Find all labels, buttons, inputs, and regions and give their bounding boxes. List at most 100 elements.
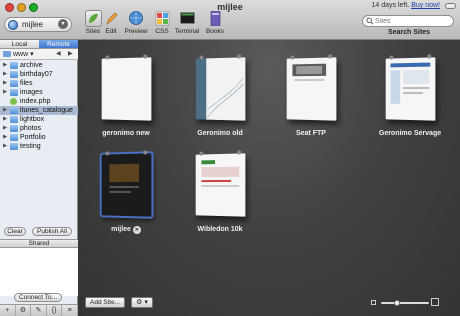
close-icon[interactable]: ✕ xyxy=(132,226,141,234)
search-box[interactable] xyxy=(362,15,454,27)
site-tile[interactable]: mijlee ✕ xyxy=(87,150,165,234)
globe-icon xyxy=(8,20,18,30)
buy-now-link[interactable]: Buy now! xyxy=(411,2,440,9)
pin-icon xyxy=(143,150,148,155)
tree-item-archive[interactable]: ▶ archive xyxy=(0,61,78,70)
site-label: Seat FTP xyxy=(296,130,326,137)
site-label-text: mijlee xyxy=(111,226,131,233)
tree-item-images[interactable]: ▶ images xyxy=(0,88,78,97)
pin-icon xyxy=(199,151,204,156)
disclosure-triangle-icon[interactable]: ▶ xyxy=(3,61,7,70)
list-icon[interactable]: ≡ xyxy=(62,305,78,316)
tab-local[interactable]: Local xyxy=(0,40,39,49)
toolbar-terminal-button[interactable]: Terminal xyxy=(174,10,200,35)
site-selector[interactable]: mijlee ▾ xyxy=(4,17,72,32)
pencil-icon xyxy=(103,10,120,27)
path-bar: www ▾ ◀ ▶ xyxy=(0,49,78,60)
toolbar-books-label: Books xyxy=(205,28,225,35)
zoom-knob[interactable] xyxy=(393,300,400,306)
add-site-button[interactable]: Add Site... xyxy=(85,297,125,308)
disclosure-triangle-icon[interactable]: ▶ xyxy=(3,79,7,88)
site-thumbnail xyxy=(101,54,152,121)
sites-grid: geronimo new Geronimo old Seat FTP Geron… xyxy=(79,40,460,316)
title-bar: mijlee 14 days left. Buy now! mijlee ▾ S… xyxy=(0,0,460,40)
publish-all-button[interactable]: Publish All xyxy=(32,227,72,236)
trial-notice: 14 days left. Buy now! xyxy=(372,2,441,9)
connect-to-button[interactable]: Connect To... xyxy=(14,293,62,302)
swirl-pattern-icon xyxy=(196,57,246,120)
folder-icon xyxy=(10,143,18,150)
disclosure-triangle-icon[interactable]: ▶ xyxy=(3,124,7,133)
site-tile[interactable]: Wibledon 10k xyxy=(181,150,259,233)
tree-item-photos[interactable]: ▶ photos xyxy=(0,124,78,133)
folder-icon xyxy=(10,116,18,123)
pin-icon xyxy=(105,55,110,60)
toolbar-terminal-label: Terminal xyxy=(174,28,200,35)
toolbar-edit-button[interactable]: Edit xyxy=(98,10,124,35)
tree-item-label: images xyxy=(20,89,43,96)
site-label: mijlee ✕ xyxy=(87,226,165,234)
path-label: www xyxy=(13,51,29,58)
toolbar-css-label: CSS xyxy=(155,28,169,35)
tree-item-label: Portfolio xyxy=(20,134,46,141)
tree-item-label: birthday07 xyxy=(20,71,53,78)
site-actions-menu-button[interactable]: ⚙ ▾ xyxy=(131,297,153,308)
pin-icon xyxy=(105,151,110,156)
tree-item-label: index.php xyxy=(20,98,51,105)
php-file-icon xyxy=(10,98,17,105)
site-tile[interactable]: Geronimo old xyxy=(181,54,259,137)
disclosure-triangle-icon[interactable]: ▶ xyxy=(3,142,7,151)
tree-item-label: lightbox xyxy=(20,116,45,123)
file-tree: ▶ archive ▶ birthday07 ▶ files ▶ images inde… xyxy=(0,61,78,151)
toolbar-preview-button[interactable]: Preview xyxy=(123,10,149,35)
disclosure-triangle-icon[interactable]: ▶ xyxy=(3,88,7,97)
site-tile[interactable]: Seat FTP xyxy=(272,54,350,137)
disclosure-triangle-icon[interactable]: ▶ xyxy=(3,115,7,124)
tree-item-index-php[interactable]: index.php xyxy=(0,97,78,106)
folder-icon xyxy=(10,107,18,114)
clear-button[interactable]: Clear xyxy=(4,227,26,236)
toolbar-books-button[interactable]: Books xyxy=(202,10,228,35)
pin-icon xyxy=(389,55,394,60)
terminal-icon xyxy=(179,10,196,27)
folder-icon xyxy=(10,134,18,141)
css-icon xyxy=(154,10,171,27)
site-tile[interactable]: geronimo new xyxy=(87,54,165,137)
pin-icon xyxy=(290,55,295,60)
gear-icon[interactable]: ⚙ xyxy=(16,305,32,316)
folder-icon xyxy=(10,62,18,69)
site-label: Geronimo Servage xyxy=(378,130,442,137)
site-label: Geronimo old xyxy=(197,130,243,137)
zoom-track[interactable] xyxy=(381,300,429,306)
folder-icon xyxy=(3,51,11,57)
zoom-slider[interactable] xyxy=(371,298,439,306)
tree-item-itunes-catalogue[interactable]: ▶ itunes_catalogue xyxy=(0,106,78,115)
disclosure-triangle-icon[interactable]: ▶ xyxy=(3,133,7,142)
toolbar-css-button[interactable]: CSS xyxy=(149,10,175,35)
preview-globe-icon xyxy=(128,10,145,27)
code-icon[interactable]: {} xyxy=(47,305,63,316)
tree-item-label: archive xyxy=(20,62,43,69)
chevron-down-icon: ▾ xyxy=(58,19,68,29)
tree-item-files[interactable]: ▶ files xyxy=(0,79,78,88)
forward-arrow-icon[interactable]: ▶ xyxy=(68,50,73,57)
disclosure-triangle-icon[interactable]: ▶ xyxy=(3,70,7,79)
pin-icon xyxy=(237,150,242,155)
edit-icon[interactable]: ✎ xyxy=(31,305,47,316)
add-icon[interactable]: + xyxy=(0,305,16,316)
back-arrow-icon[interactable]: ◀ xyxy=(56,50,61,57)
tree-item-testing[interactable]: ▶ testing xyxy=(0,142,78,151)
search-input[interactable] xyxy=(375,16,451,26)
tree-item-label: files xyxy=(20,80,33,87)
site-label: geronimo new xyxy=(102,130,150,137)
pin-icon xyxy=(427,54,432,59)
toolbar-toggle-button[interactable] xyxy=(445,3,456,9)
site-tile[interactable]: Geronimo Servage xyxy=(371,54,449,137)
path-selector[interactable]: www ▾ xyxy=(13,50,34,58)
toolbar-edit-label: Edit xyxy=(105,28,117,35)
tree-item-lightbox[interactable]: ▶ lightbox xyxy=(0,115,78,124)
tree-item-portfolio[interactable]: ▶ Portfolio xyxy=(0,133,78,142)
tree-item-birthday07[interactable]: ▶ birthday07 xyxy=(0,70,78,79)
tab-remote[interactable]: Remote xyxy=(39,40,78,49)
disclosure-triangle-icon[interactable]: ▶ xyxy=(3,106,7,115)
